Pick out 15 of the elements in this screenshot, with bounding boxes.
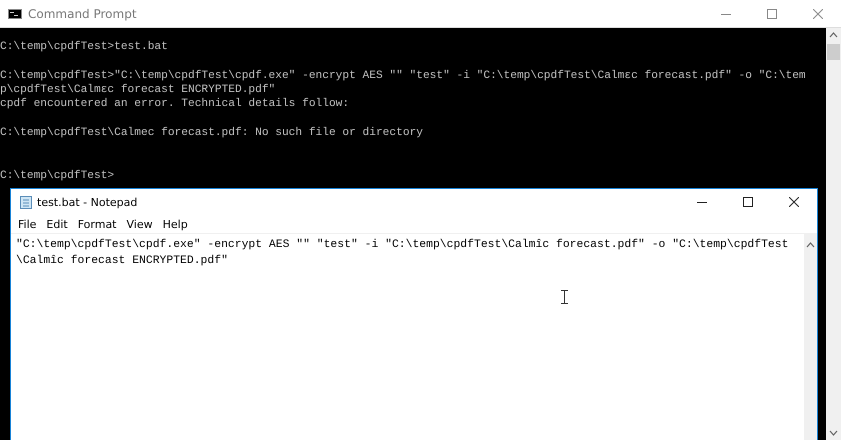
menu-item[interactable]: Edit [42, 218, 72, 230]
console-line: C:\temp\cpdfTest\Calmec forecast.pdf: No such file or directory [0, 126, 424, 140]
console-line: p\cpdfTest\Calmεc forecast ENCRYPTED.pdf" [0, 82, 276, 98]
menu-item[interactable]: File [14, 218, 40, 230]
menu-item[interactable]: View [122, 218, 157, 230]
console-line: C:\temp\cpdfTest> [0, 168, 116, 183]
console-line: C:\temp\cpdfTest>"C:\temp\cpdfTest\cpdf.exe" -encrypt AES "" "test" -i "C:\temp\cpdfTest\Calmεc forecast.pdf" -o "C:\tem [0, 68, 807, 83]
menu-item[interactable]: Help [158, 218, 192, 230]
text-line: \Calmîc forecast ENCRYPTED.pdf" [16, 254, 229, 269]
window-title: test.bat - Notepad [37, 196, 138, 208]
console-line: cpdf encountered an error. Technical details follow: [0, 97, 350, 112]
text-line: "C:\temp\cpdfTest\cpdf.exe" -encrypt AES "" "test" -i "C:\temp\cpdfTest\Calmîc forecast.pdf" -o "C:\temp\cpdfTest [16, 238, 790, 253]
window-title: Command Prompt [28, 6, 137, 20]
console-line: C:\temp\cpdfTest>test.bat [0, 40, 169, 54]
menu-item[interactable]: Format [74, 218, 120, 230]
